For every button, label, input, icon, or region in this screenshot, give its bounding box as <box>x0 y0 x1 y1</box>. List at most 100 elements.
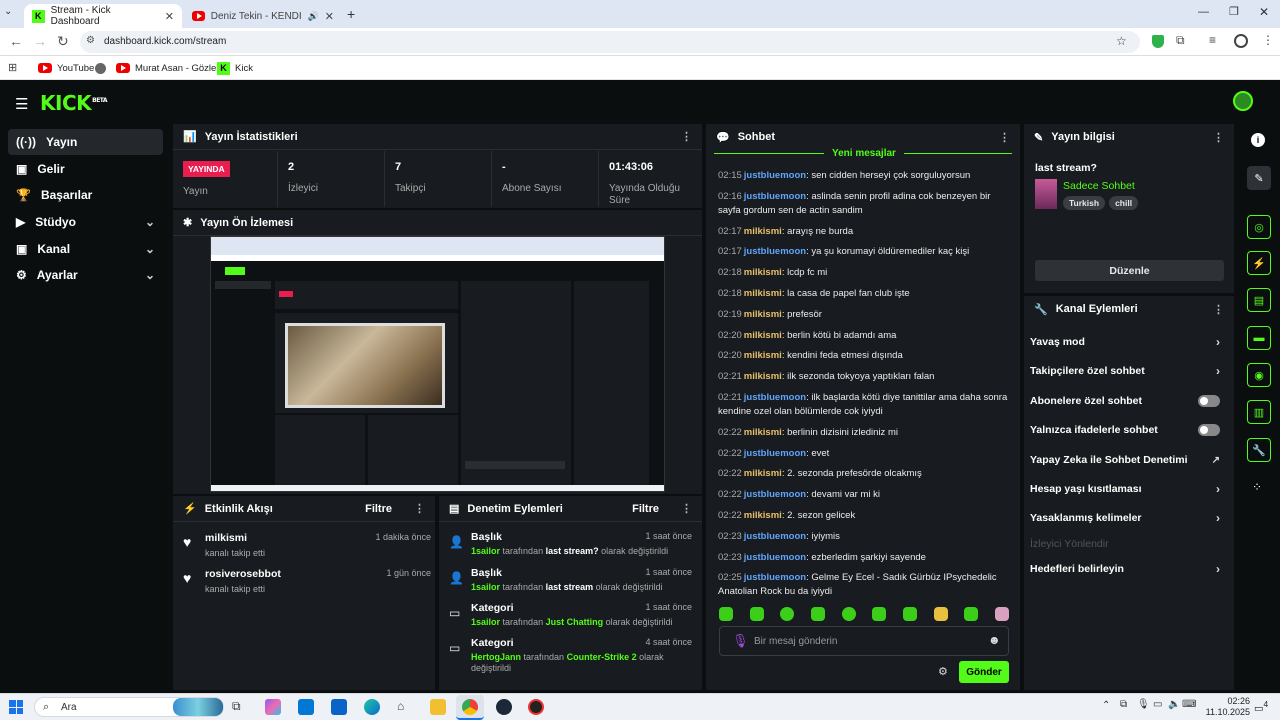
message-username[interactable]: milkismi <box>744 309 782 320</box>
sidebar-item-basarilar[interactable]: 🏆 Başarılar <box>8 182 163 208</box>
bookmark-youtube[interactable]: YouTube <box>38 60 94 76</box>
restore-button[interactable]: ❐ <box>1229 5 1239 18</box>
menu-kebab-icon[interactable]: ⋮ <box>1262 33 1274 47</box>
tag-badge[interactable]: Turkish <box>1063 196 1106 210</box>
lightning-icon[interactable]: ⚡ <box>1247 251 1271 275</box>
message-username[interactable]: milkismi <box>744 267 782 278</box>
reload-button[interactable]: ↻ <box>57 33 69 50</box>
emote-icon[interactable] <box>933 607 948 621</box>
emote-icon[interactable] <box>719 607 733 621</box>
screen-capture-icon[interactable]: ◎ <box>1247 215 1271 239</box>
tray-chevron-icon[interactable]: ⌃ <box>1102 700 1110 711</box>
message-username[interactable]: milkismi <box>744 427 782 438</box>
more-options-icon[interactable]: ⋮ <box>414 502 425 515</box>
clipboard-icon[interactable]: ▤ <box>1247 288 1271 312</box>
sidebar-item-kanal[interactable]: ▣ Kanal ⌄ <box>8 236 163 262</box>
action-set-goals[interactable]: Hedefleri belirleyin › <box>1030 558 1220 580</box>
bookmark-star-icon[interactable]: ☆ <box>1116 34 1127 48</box>
kick-logo[interactable]: KICKBETA <box>40 91 108 115</box>
message-username[interactable]: justbluemoon <box>744 552 806 563</box>
broadcast-icon[interactable]: ◉ <box>1247 363 1271 387</box>
user-avatar[interactable] <box>1233 91 1253 111</box>
wrench-icon[interactable]: 🔧 <box>1247 438 1271 462</box>
microphone-tray-icon[interactable]: 🎙 <box>1137 699 1150 710</box>
clock[interactable]: 02:26 11.10.2025 <box>1200 696 1250 718</box>
store-icon[interactable] <box>298 699 314 715</box>
task-view-icon[interactable]: ⧉ <box>232 699 248 715</box>
more-options-icon[interactable]: ⋮ <box>1213 303 1224 316</box>
message-username[interactable]: justbluemoon <box>744 170 806 181</box>
action-emotes-only[interactable]: Yalnızca ifadelerle sohbet <box>1030 419 1220 441</box>
emoji-picker-icon[interactable]: ☻ <box>988 633 1001 647</box>
edit-button[interactable]: Düzenle <box>1035 260 1224 281</box>
more-options-icon[interactable]: ⋮ <box>1213 131 1224 144</box>
message-username[interactable]: milkismi <box>744 226 782 237</box>
message-username[interactable]: justbluemoon <box>744 572 806 583</box>
volume-icon[interactable]: 🔈 <box>1168 699 1180 710</box>
action-ai-moderation[interactable]: Yapay Zeka ile Sohbet Denetimi ↗ <box>1030 449 1220 471</box>
moderation-user[interactable]: HertogJann <box>471 652 521 662</box>
edit-pencil-icon[interactable]: ✎ <box>1247 166 1271 190</box>
sidebar-item-gelir[interactable]: ▣ Gelir <box>8 156 163 182</box>
monitor-icon[interactable]: ▭ <box>1153 699 1162 710</box>
apps-grid-icon[interactable]: ⊞ <box>8 61 17 74</box>
bookmark-globe[interactable] <box>95 60 106 76</box>
moderation-user[interactable]: 1sailor <box>471 617 500 627</box>
filter-button[interactable]: Filtre <box>365 503 392 515</box>
back-button[interactable]: ← <box>9 33 23 49</box>
obs-icon[interactable] <box>528 699 544 715</box>
close-tab-icon[interactable]: ✕ <box>325 10 334 23</box>
emote-icon[interactable] <box>749 607 764 621</box>
moderation-user[interactable]: 1sailor <box>471 546 500 556</box>
moderation-user[interactable]: 1sailor <box>471 582 500 592</box>
url-bar[interactable]: ⚙ dashboard.kick.com/stream ☆ <box>80 31 1140 53</box>
taskbar-search[interactable]: ⌕ Ara <box>34 697 224 717</box>
emote-icon[interactable] <box>872 607 887 621</box>
extensions-icon[interactable]: ⧉ <box>1176 33 1185 48</box>
hamburger-menu-icon[interactable]: ☰ <box>15 95 28 113</box>
profile-icon[interactable] <box>1234 34 1248 48</box>
chrome-taskbar-button[interactable] <box>456 695 484 720</box>
minimize-button[interactable]: — <box>1198 6 1209 18</box>
message-username[interactable]: justbluemoon <box>744 246 806 257</box>
action-followers-only[interactable]: Takipçilere özel sohbet › <box>1030 360 1220 382</box>
close-window-button[interactable]: ✕ <box>1259 5 1269 19</box>
message-username[interactable]: milkismi <box>744 288 782 299</box>
layout-icon[interactable]: ▥ <box>1247 400 1271 424</box>
action-banned-words[interactable]: Yasaklanmış kelimeler › <box>1030 507 1220 529</box>
filter-button[interactable]: Filtre <box>632 503 659 515</box>
new-tab-button[interactable]: + <box>347 6 355 22</box>
action-slow-mode[interactable]: Yavaş mod › <box>1030 331 1220 353</box>
tab-kick-dashboard[interactable]: K Stream - Kick Dashboard ✕ <box>24 4 182 28</box>
sidebar-item-yayin[interactable]: ((·)) Yayın <box>8 129 163 155</box>
more-options-icon[interactable]: ⋮ <box>681 130 692 143</box>
sidebar-item-ayarlar[interactable]: ⚙ Ayarlar ⌄ <box>8 262 163 288</box>
tab-youtube[interactable]: Deniz Tekin - KENDİNE İYİ B 🔊 ✕ <box>184 4 342 28</box>
steam-icon[interactable] <box>496 699 512 715</box>
message-username[interactable]: justbluemoon <box>744 392 806 403</box>
language-icon[interactable]: ⌨ <box>1182 699 1196 710</box>
toggle-switch[interactable] <box>1198 424 1220 436</box>
action-subscribers-only[interactable]: Abonelere özel sohbet <box>1030 390 1220 412</box>
emote-icon[interactable] <box>964 607 979 621</box>
media-icon[interactable]: ≡ <box>1209 33 1216 47</box>
chat-bubble-icon[interactable]: ▬ <box>1247 326 1271 350</box>
tag-badge[interactable]: chill <box>1109 196 1139 210</box>
emote-icon[interactable] <box>841 607 856 621</box>
bookmark-kick[interactable]: K Kick <box>217 60 253 76</box>
stream-preview-video[interactable] <box>210 236 665 492</box>
bookmark-murat-asan[interactable]: Murat Asan - Gözler... <box>116 60 227 76</box>
toggle-switch[interactable] <box>1198 395 1220 407</box>
emote-icon[interactable] <box>810 607 825 621</box>
microphone-icon[interactable]: 🎙 <box>732 633 749 649</box>
message-username[interactable]: justbluemoon <box>744 448 806 459</box>
emote-icon[interactable] <box>994 607 1009 621</box>
message-username[interactable]: justbluemoon <box>744 191 806 202</box>
action-account-age[interactable]: Hesap yaşı kısıtlaması › <box>1030 478 1220 500</box>
message-username[interactable]: milkismi <box>744 330 782 341</box>
emote-icon[interactable] <box>902 607 917 621</box>
info-icon[interactable]: i <box>1251 133 1265 147</box>
site-info-icon[interactable]: ⚙ <box>86 35 95 46</box>
notification-center[interactable]: ▭4 <box>1254 699 1268 714</box>
category-link[interactable]: Sadece Sohbet <box>1063 180 1135 192</box>
